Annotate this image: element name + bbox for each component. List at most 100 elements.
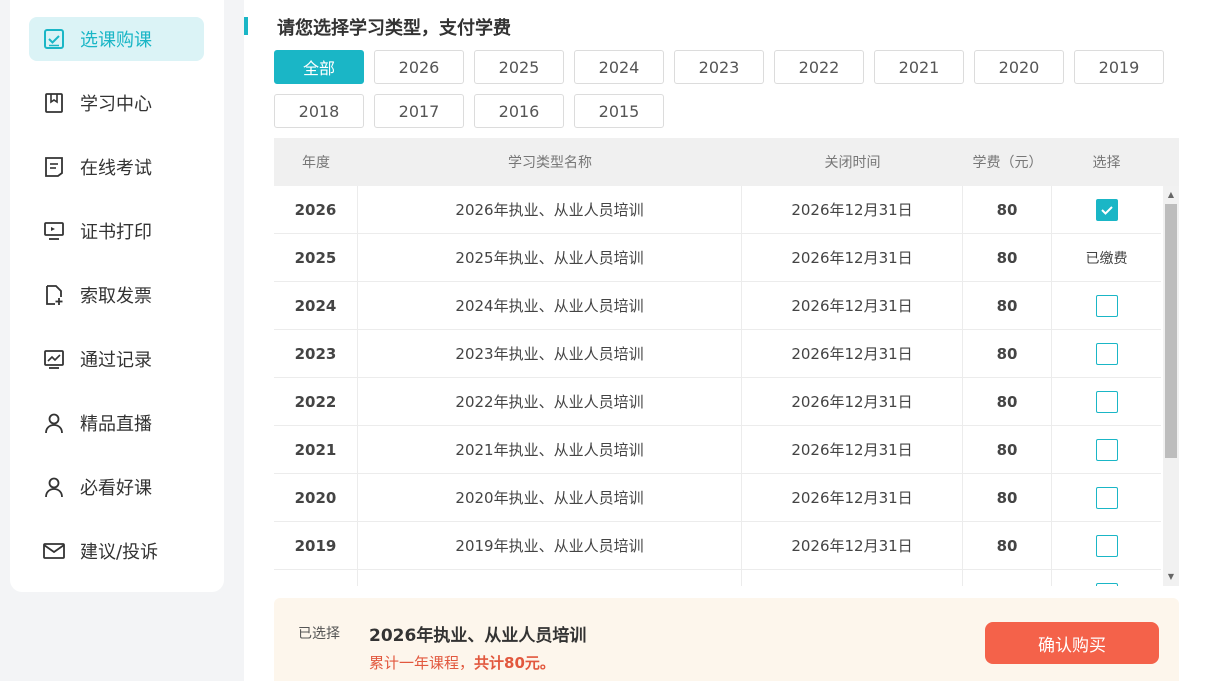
select-checkbox[interactable] [1095, 198, 1118, 221]
year-filter-button[interactable]: 2020 [974, 50, 1064, 84]
check-icon [1100, 205, 1113, 215]
cell-close-time: 2026年12月31日 [742, 330, 963, 377]
header-name: 学习类型名称 [508, 155, 592, 171]
sidebar-item-0[interactable]: 选课购课 [29, 17, 204, 61]
cell-year: 2022 [274, 378, 358, 425]
year-filter-button[interactable]: 2019 [1074, 50, 1164, 84]
page-title: 请您选择学习类型，支付学费 [277, 18, 511, 39]
confirm-purchase-button[interactable]: 确认购买 [985, 622, 1159, 664]
year-filter-button[interactable]: 2025 [474, 50, 564, 84]
year-filter-button[interactable]: 2017 [374, 94, 464, 128]
year-filter-button[interactable]: 2024 [574, 50, 664, 84]
scroll-up-arrow-icon[interactable]: ▲ [1166, 190, 1176, 200]
year-filter-button[interactable]: 2015 [574, 94, 664, 128]
cell-close-time: 2026年12月31日 [742, 378, 963, 425]
table-header: 年度 学习类型名称 关闭时间 学费（元） 选择 [274, 138, 1179, 186]
scroll-down-arrow-icon[interactable]: ▼ [1166, 572, 1176, 582]
user-icon [42, 411, 66, 435]
cell-select [1052, 570, 1161, 586]
year-filter-button[interactable]: 2016 [474, 94, 564, 128]
scrollbar-thumb[interactable] [1165, 204, 1177, 458]
cell-select [1052, 378, 1161, 425]
main-panel: 请您选择学习类型，支付学费 全部 2026 2025 2024 2023 2022 2021… [244, 0, 1211, 681]
sidebar-item-label: 通过记录 [80, 350, 152, 371]
paid-status: 已缴费 [1085, 250, 1128, 267]
cell-select: 已缴费 [1052, 234, 1161, 281]
sidebar-item-7[interactable]: 必看好课 [29, 465, 204, 509]
document-icon [42, 155, 66, 179]
cell-fee: 80 [963, 234, 1052, 281]
select-checkbox[interactable] [1095, 582, 1118, 586]
cell-close-time: 2026年12月31日 [742, 522, 963, 569]
cell-close-time: 2026年12月31日 [742, 282, 963, 329]
cell-name: 2025年执业、从业人员培训 [358, 234, 742, 281]
summary-total: 共计80元。 [474, 654, 555, 672]
sidebar-item-label: 选课购课 [80, 30, 152, 51]
selected-label: 已选择 [298, 626, 340, 642]
cell-close-time: 2026年12月31日 [742, 426, 963, 473]
table-row [274, 570, 1161, 586]
year-filter-button[interactable]: 2022 [774, 50, 864, 84]
monitor-icon [42, 219, 66, 243]
cell-name: 2022年执业、从业人员培训 [358, 378, 742, 425]
table-row: 2021 2021年执业、从业人员培训 2026年12月31日 80 [274, 426, 1161, 474]
sidebar-item-label: 建议/投诉 [80, 542, 159, 563]
year-filter-button[interactable]: 2023 [674, 50, 764, 84]
sidebar-item-6[interactable]: 精品直播 [29, 401, 204, 445]
checkbox-icon [42, 27, 66, 51]
sidebar-item-label: 证书打印 [80, 222, 152, 243]
cell-close-time: 2026年12月31日 [742, 234, 963, 281]
select-checkbox[interactable] [1095, 342, 1118, 365]
sidebar-item-5[interactable]: 通过记录 [29, 337, 204, 381]
cell-name: 2021年执业、从业人员培训 [358, 426, 742, 473]
cell-name: 2024年执业、从业人员培训 [358, 282, 742, 329]
table-body: 2026 2026年执业、从业人员培训 2026年12月31日 80 2025 2025年… [274, 186, 1161, 586]
cell-close-time: 2026年12月31日 [742, 474, 963, 521]
cell-year: 2026 [274, 186, 358, 233]
year-filter-button[interactable]: 2021 [874, 50, 964, 84]
selected-course-name: 2026年执业、从业人员培训 [369, 626, 587, 646]
cell-select [1052, 426, 1161, 473]
sidebar-item-4[interactable]: 索取发票 [29, 273, 204, 317]
year-filter-button[interactable]: 2018 [274, 94, 364, 128]
select-checkbox[interactable] [1095, 294, 1118, 317]
cell-select [1052, 474, 1161, 521]
bookmark-icon [42, 91, 66, 115]
cell-close-time [742, 570, 963, 586]
header-year: 年度 [302, 155, 330, 171]
year-filter-button[interactable]: 2026 [374, 50, 464, 84]
table-row: 2022 2022年执业、从业人员培训 2026年12月31日 80 [274, 378, 1161, 426]
cell-name [358, 570, 742, 586]
cell-fee: 80 [963, 474, 1052, 521]
cell-fee: 80 [963, 282, 1052, 329]
cell-select [1052, 186, 1161, 233]
cell-year: 2024 [274, 282, 358, 329]
course-table: 年度 学习类型名称 关闭时间 学费（元） 选择 2026 2026年执业、从业人员… [274, 138, 1179, 586]
cell-year: 2019 [274, 522, 358, 569]
selection-summary-bar: 已选择 2026年执业、从业人员培训 累计一年课程，共计80元。 确认购买 [274, 598, 1179, 681]
select-checkbox[interactable] [1095, 486, 1118, 509]
select-checkbox[interactable] [1095, 438, 1118, 461]
sidebar-item-label: 在线考试 [80, 158, 152, 179]
table-row: 2019 2019年执业、从业人员培训 2026年12月31日 80 [274, 522, 1161, 570]
sidebar-item-2[interactable]: 在线考试 [29, 145, 204, 189]
select-checkbox[interactable] [1095, 534, 1118, 557]
title-accent-bar [244, 17, 248, 35]
summary-prefix: 累计一年课程， [369, 654, 475, 672]
cell-year: 2021 [274, 426, 358, 473]
header-select: 选择 [1092, 155, 1121, 171]
chart-icon [42, 347, 66, 371]
cell-select [1052, 282, 1161, 329]
sidebar-item-1[interactable]: 学习中心 [29, 81, 204, 125]
sidebar-item-label: 精品直播 [80, 414, 152, 435]
year-filter-button[interactable]: 全部 [274, 50, 364, 84]
cell-year: 2023 [274, 330, 358, 377]
sidebar-item-8[interactable]: 建议/投诉 [29, 529, 204, 573]
cell-name: 2026年执业、从业人员培训 [358, 186, 742, 233]
sidebar-item-3[interactable]: 证书打印 [29, 209, 204, 253]
sidebar-item-label: 学习中心 [80, 94, 152, 115]
select-checkbox[interactable] [1095, 390, 1118, 413]
cell-name: 2020年执业、从业人员培训 [358, 474, 742, 521]
cell-fee: 80 [963, 378, 1052, 425]
table-scrollbar[interactable]: ▲ ▼ [1163, 186, 1179, 586]
